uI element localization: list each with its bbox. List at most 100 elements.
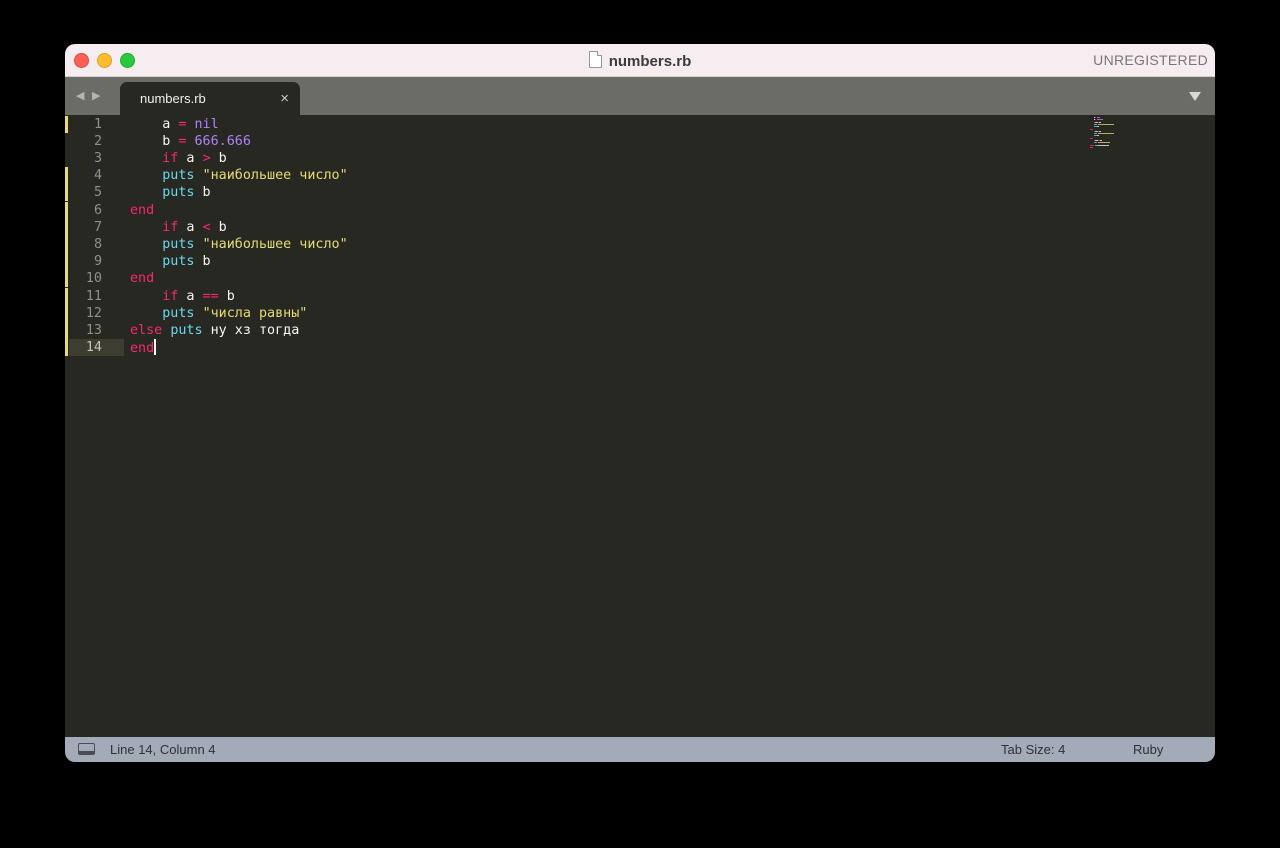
code-line[interactable]: 14 end <box>65 339 1215 357</box>
code-token: a <box>178 219 203 235</box>
line-number: 3 <box>93 150 102 166</box>
tab-list-dropdown-icon[interactable] <box>1189 92 1201 101</box>
line-number: 9 <box>93 254 102 270</box>
text-cursor <box>154 339 157 356</box>
modified-line-marker <box>65 218 68 236</box>
modified-line-marker <box>65 167 68 185</box>
code-token: puts <box>162 254 195 270</box>
code-token: if <box>162 288 179 304</box>
editor-window: numbers.rb UNREGISTERED ◀ ▶ numbers.rb ×… <box>65 44 1215 762</box>
window-title: numbers.rb <box>65 51 1215 70</box>
tab-close-icon[interactable]: × <box>280 90 289 107</box>
code-line[interactable]: 1 a = nil <box>65 115 1215 133</box>
line-code: puts "наибольшее число" <box>130 236 348 253</box>
line-code: puts "наибольшее число" <box>130 167 348 184</box>
code-line[interactable]: 9 puts b <box>65 253 1215 271</box>
code-line[interactable]: 4 puts "наибольшее число" <box>65 167 1215 185</box>
code-token: a <box>178 150 203 166</box>
line-number: 6 <box>93 202 102 218</box>
panel-toggle-icon[interactable] <box>78 743 95 755</box>
line-code: if a < b <box>130 219 227 236</box>
line-code: if a == b <box>130 288 235 305</box>
code-editor[interactable]: 1 a = nil 2 b = 666.666 3 if a > b4 puts "… <box>65 115 1215 737</box>
cursor-position[interactable]: Line 14, Column 4 <box>110 742 216 757</box>
code-token: "наибольшее число" <box>202 236 348 252</box>
tab-bar: ◀ ▶ numbers.rb × <box>65 77 1215 115</box>
code-line[interactable]: 10 end <box>65 270 1215 288</box>
code-line[interactable]: 2 b = 666.666 <box>65 133 1215 150</box>
line-number: 1 <box>93 116 102 132</box>
line-number: 10 <box>85 271 102 287</box>
license-status: UNREGISTERED <box>1093 52 1208 68</box>
code-token: puts <box>170 322 203 338</box>
line-code: end <box>130 202 154 219</box>
modified-line-marker <box>65 184 68 202</box>
code-line[interactable]: 7 if a < b <box>65 218 1215 236</box>
modified-line-marker <box>65 287 68 305</box>
tab-label: numbers.rb <box>140 91 206 106</box>
line-code: b = 666.666 <box>130 133 251 150</box>
tab-back-icon[interactable]: ◀ <box>76 89 84 102</box>
code-line[interactable]: 11 if a == b <box>65 287 1215 305</box>
line-code: end <box>130 339 157 357</box>
code-token: "числа равны" <box>202 305 308 321</box>
file-icon <box>588 51 602 68</box>
modified-line-marker <box>65 339 68 357</box>
line-number: 2 <box>93 133 102 149</box>
status-bar: Line 14, Column 4 Tab Size: 4 Ruby <box>65 737 1215 762</box>
code-token: if <box>162 219 179 235</box>
code-token: < <box>202 219 211 235</box>
code-token: puts <box>162 236 195 252</box>
code-token: puts <box>162 168 195 184</box>
syntax-selector[interactable]: Ruby <box>1133 742 1163 757</box>
code-token: ну хз тогда <box>202 322 300 338</box>
code-token: "наибольшее число" <box>202 168 348 184</box>
modified-line-marker <box>65 321 68 339</box>
code-token: b <box>194 254 211 270</box>
line-code: puts b <box>130 253 211 270</box>
code-line[interactable]: 5 puts b <box>65 184 1215 202</box>
code-token: puts <box>162 185 195 201</box>
line-number: 4 <box>93 168 102 184</box>
tab-forward-icon[interactable]: ▶ <box>92 89 100 102</box>
line-code: if a > b <box>130 150 227 167</box>
code-token: == <box>202 288 219 304</box>
code-line[interactable]: 12 puts "числа равны" <box>65 304 1215 322</box>
tab-numbers-rb[interactable]: numbers.rb × <box>120 82 300 115</box>
line-number: 8 <box>93 236 102 252</box>
code-token: b <box>194 185 211 201</box>
modified-line-marker <box>65 253 68 271</box>
modified-line-marker <box>65 304 68 322</box>
line-code: puts b <box>130 184 211 201</box>
modified-line-marker <box>65 201 68 219</box>
code-line[interactable]: 6 end <box>65 201 1215 219</box>
line-number: 13 <box>85 322 102 338</box>
tab-size-selector[interactable]: Tab Size: 4 <box>1001 742 1065 757</box>
modified-line-marker <box>65 115 68 133</box>
code-token: else <box>130 322 163 338</box>
code-line[interactable]: 13 else puts ну хз тогда <box>65 321 1215 339</box>
code-token: a <box>178 288 203 304</box>
line-code: puts "числа равны" <box>130 305 307 322</box>
code-token: puts <box>162 305 195 321</box>
code-token: nil <box>194 116 219 132</box>
code-token: b <box>210 219 227 235</box>
line-number: 14 <box>69 339 124 357</box>
code-line[interactable]: 8 puts "наибольшее число" <box>65 235 1215 253</box>
code-line[interactable]: 3 if a > b <box>65 150 1215 167</box>
modified-line-marker <box>65 270 68 288</box>
line-code: else puts ну хз тогда <box>130 322 299 339</box>
title-bar: numbers.rb UNREGISTERED <box>65 44 1215 77</box>
